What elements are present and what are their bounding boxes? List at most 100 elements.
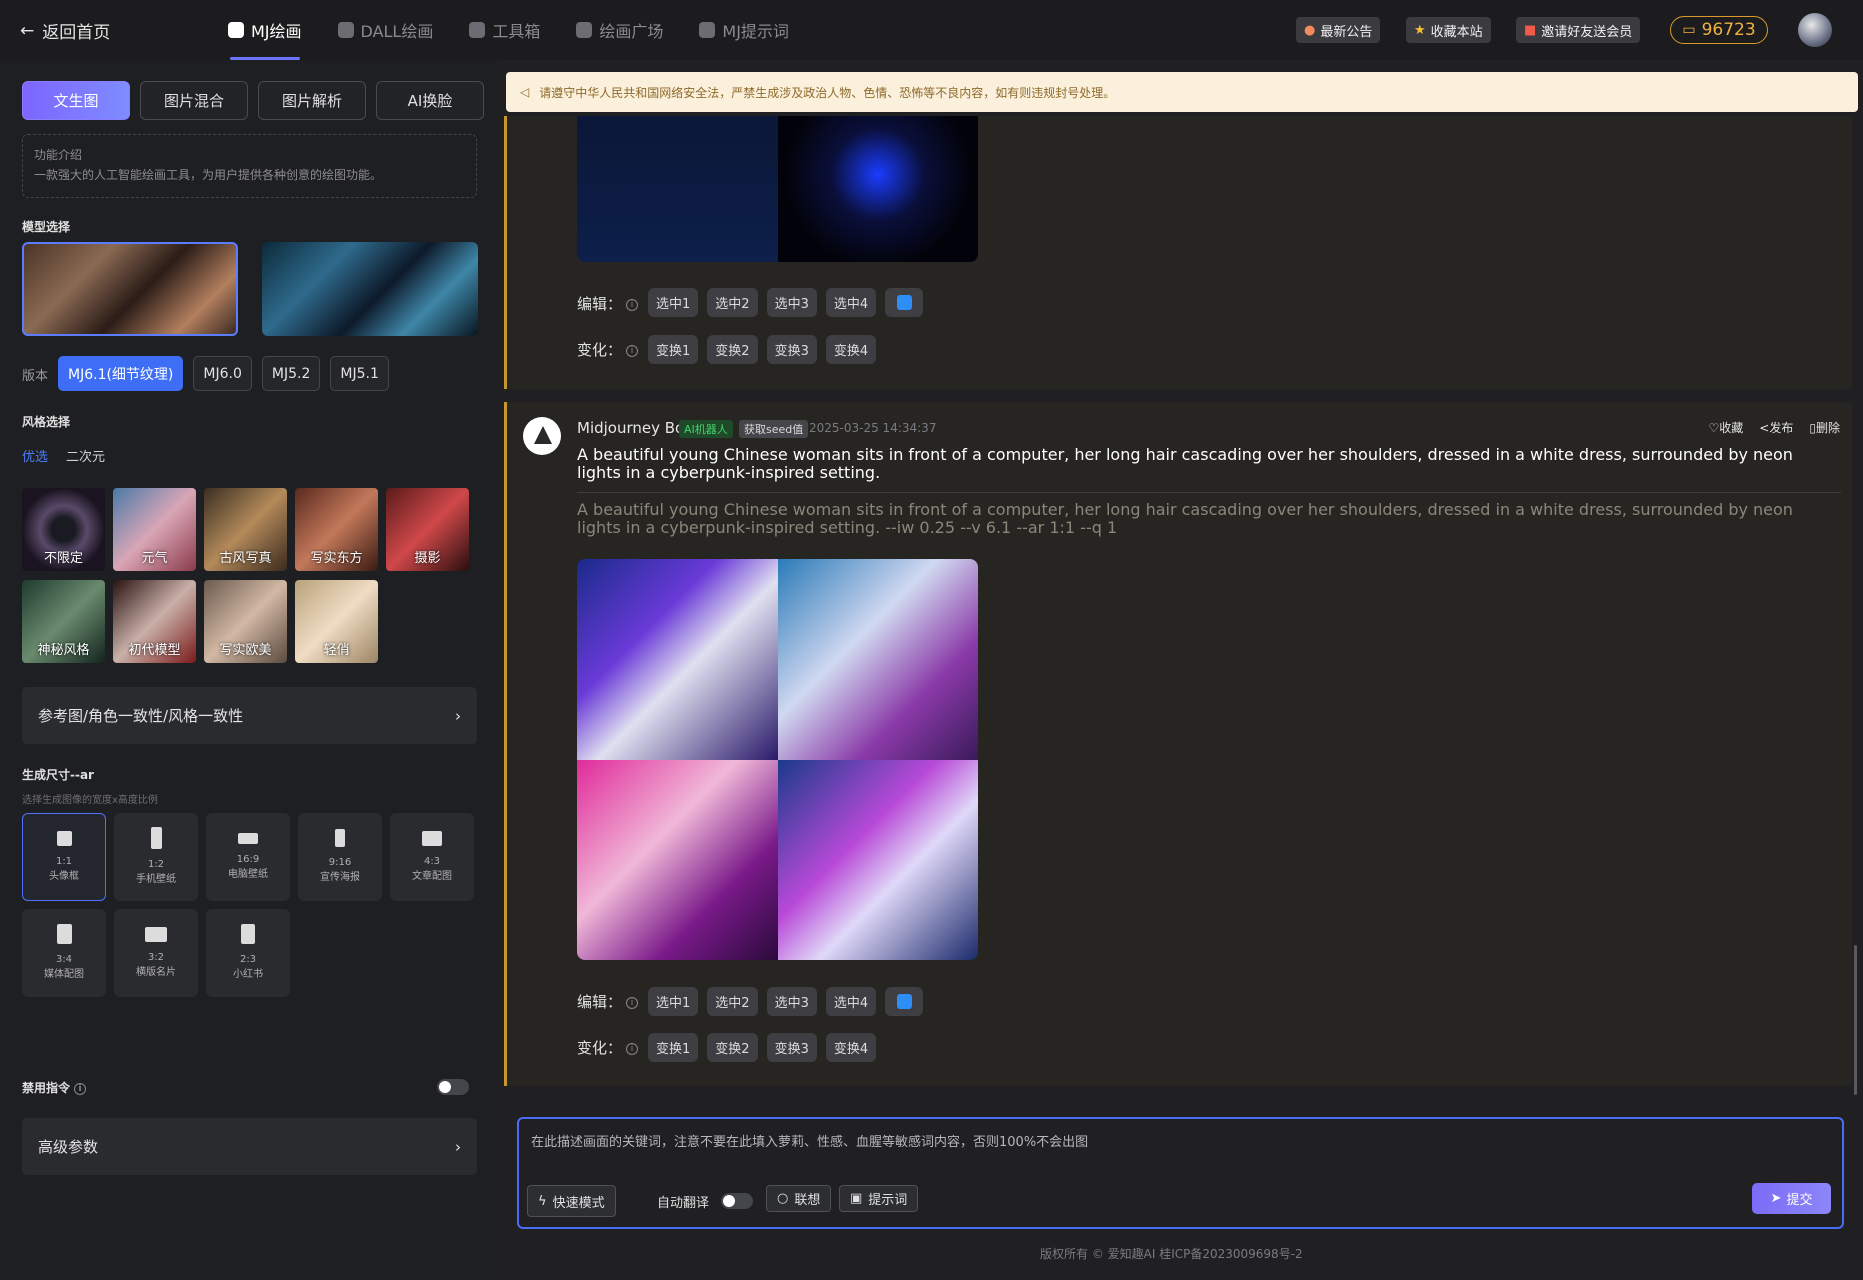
mode-tabs: 文生图 图片混合 图片解析 AI换脸 [22,81,484,120]
bookmark-button[interactable]: ★ 收藏本站 [1406,17,1491,43]
style-card[interactable]: 轻俏 [295,580,378,663]
select-button[interactable]: 选中4 [825,987,877,1016]
tab-plaza[interactable]: 绘画广场 [576,0,663,60]
select-button[interactable]: 选中2 [707,288,758,317]
vary-chips: 变换1 变换2 变换3 变换4 [648,1033,877,1062]
mode-tab-text-to-image[interactable]: 文生图 [22,81,130,120]
tab-toolbox[interactable]: 工具箱 [469,0,540,60]
favorite-button[interactable]: ♡收藏 [1709,419,1744,436]
version-selector: MJ6.1(细节纹理) MJ6.0 MJ5.2 MJ5.1 [58,356,389,391]
select-button[interactable]: 选中3 [766,987,817,1016]
message-card: Midjourney Bot AI机器人 获取seed值 2025-03-25 … [504,402,1852,1086]
tab-dall-drawing[interactable]: DALL绘画 [337,0,433,60]
variation-button[interactable]: 变换3 [766,335,817,364]
style-card[interactable]: 不限定 [22,488,105,571]
size-subtitle: 选择生成图像的宽度x高度比例 [22,795,158,806]
ratio-shape-icon [422,830,442,846]
balance-badge[interactable]: ▭ 96723 [1670,16,1768,44]
style-card[interactable]: 古风写真 [204,488,287,571]
auto-translate-toggle[interactable] [721,1193,753,1209]
heart-icon: ♡ [1708,421,1720,435]
divider [577,492,1841,493]
avatar[interactable] [1798,13,1832,47]
select-button[interactable]: 选中4 [825,288,877,317]
edit-chips: 选中1 选中2 选中3 选中4 [648,288,924,317]
submit-button[interactable]: ➤ 提交 [1752,1183,1831,1214]
style-card[interactable]: 初代模型 [113,580,196,663]
size-option[interactable]: 3:2 横版名片 [114,909,198,997]
variation-button[interactable]: 变换2 [707,1033,758,1062]
size-option[interactable]: 1:1 头像框 [22,813,106,901]
version-mj52[interactable]: MJ5.2 [261,356,321,391]
variation-button[interactable]: 变换3 [766,1033,817,1062]
variation-button[interactable]: 变换2 [707,335,758,364]
mode-tab-image-describe[interactable]: 图片解析 [258,81,366,120]
result-image-grid[interactable] [577,116,978,262]
footer-copyright: 版权所有 © 爱知趣AI 桂ICP备2023009698号-2 [1040,1247,1303,1261]
seed-button[interactable]: 获取seed值 [739,420,809,438]
prompt-input-area: 在此描述画面的关键词，注意不要在此填入萝莉、性感、血腥等敏感词内容，否则100%… [517,1117,1844,1229]
size-option[interactable]: 3:4 媒体配图 [22,909,106,997]
model-card-anime[interactable] [262,242,478,336]
tab-mj-prompts[interactable]: MJ提示词 [699,0,789,60]
size-option[interactable]: 4:3 文章配图 [390,813,474,901]
style-tab-preferred[interactable]: 优选 [22,446,48,465]
result-image[interactable] [777,116,978,262]
reference-image-bar[interactable]: 参考图/角色一致性/风格一致性 › [22,687,477,744]
refresh-icon [896,994,912,1009]
version-mj51[interactable]: MJ5.1 [330,356,389,391]
bulb-icon: ○ [777,1191,789,1206]
version-label: 版本 [22,369,49,384]
tab-mj-drawing[interactable]: MJ绘画 [228,0,302,60]
style-card[interactable]: 神秘风格 [22,580,105,663]
back-home-link[interactable]: ← 返回首页 [20,18,110,44]
style-card[interactable]: 写实东方 [295,488,378,571]
variation-button[interactable]: 变换4 [825,1033,877,1062]
select-button[interactable]: 选中2 [707,987,758,1016]
result-image[interactable] [577,759,778,960]
style-card[interactable]: 写实欧美 [204,580,287,663]
variation-button[interactable]: 变换1 [648,1033,699,1062]
result-image[interactable] [577,559,778,760]
invite-button[interactable]: ■ 邀请好友送会员 [1516,17,1641,43]
size-option[interactable]: 2:3 小红书 [206,909,290,997]
associate-button[interactable]: ○ 联想 [766,1185,832,1212]
select-button[interactable]: 选中3 [766,288,817,317]
select-button[interactable]: 选中1 [648,288,699,317]
size-option[interactable]: 1:2 手机壁纸 [114,813,198,901]
result-image[interactable] [777,759,978,960]
refresh-button[interactable] [885,987,924,1016]
advanced-params-bar[interactable]: 高级参数 › [22,1118,477,1175]
fast-mode-button[interactable]: ϟ 快速模式 [527,1185,616,1217]
variation-button[interactable]: 变换1 [648,335,699,364]
variation-button[interactable]: 变换4 [825,335,877,364]
info-icon: i [626,1042,639,1055]
prompt-words-button[interactable]: ▣ 提示词 [839,1185,919,1212]
result-image[interactable] [777,559,978,760]
delete-button[interactable]: ▯删除 [1809,419,1840,436]
style-card[interactable]: 摄影 [386,488,469,571]
disable-command-toggle[interactable] [437,1079,469,1095]
mode-tab-face-swap[interactable]: AI换脸 [376,81,484,120]
style-card[interactable]: 元气 [113,488,196,571]
bot-name: Midjourney Bot [577,419,691,437]
model-card-realistic[interactable] [22,242,238,336]
version-mj60[interactable]: MJ6.0 [193,356,252,391]
prompt-input[interactable]: 在此描述画面的关键词，注意不要在此填入萝莉、性感、血腥等敏感词内容，否则100%… [531,1131,1088,1150]
mode-tab-image-blend[interactable]: 图片混合 [140,81,248,120]
refresh-button[interactable] [885,288,924,317]
result-image-grid[interactable] [577,559,978,960]
style-tab-anime[interactable]: 二次元 [66,446,105,465]
main-nav-tabs: MJ绘画 DALL绘画 工具箱 绘画广场 MJ提示词 [228,0,825,60]
size-option[interactable]: 9:16 宣传海报 [298,813,382,901]
announcement-button[interactable]: ● 最新公告 [1296,17,1381,43]
size-option[interactable]: 16:9 电脑壁纸 [206,813,290,901]
scrollbar[interactable] [1854,945,1857,1095]
result-image[interactable] [577,116,778,262]
publish-button[interactable]: <发布 [1759,419,1793,436]
feature-intro: 功能介绍 一款强大的人工智能绘画工具，为用户提供各种创意的绘图功能。 [22,134,477,198]
version-mj61[interactable]: MJ6.1(细节纹理) [58,356,184,391]
vary-chips: 变换1 变换2 变换3 变换4 [648,335,877,364]
select-button[interactable]: 选中1 [648,987,699,1016]
ratio-shape-icon [145,926,167,942]
